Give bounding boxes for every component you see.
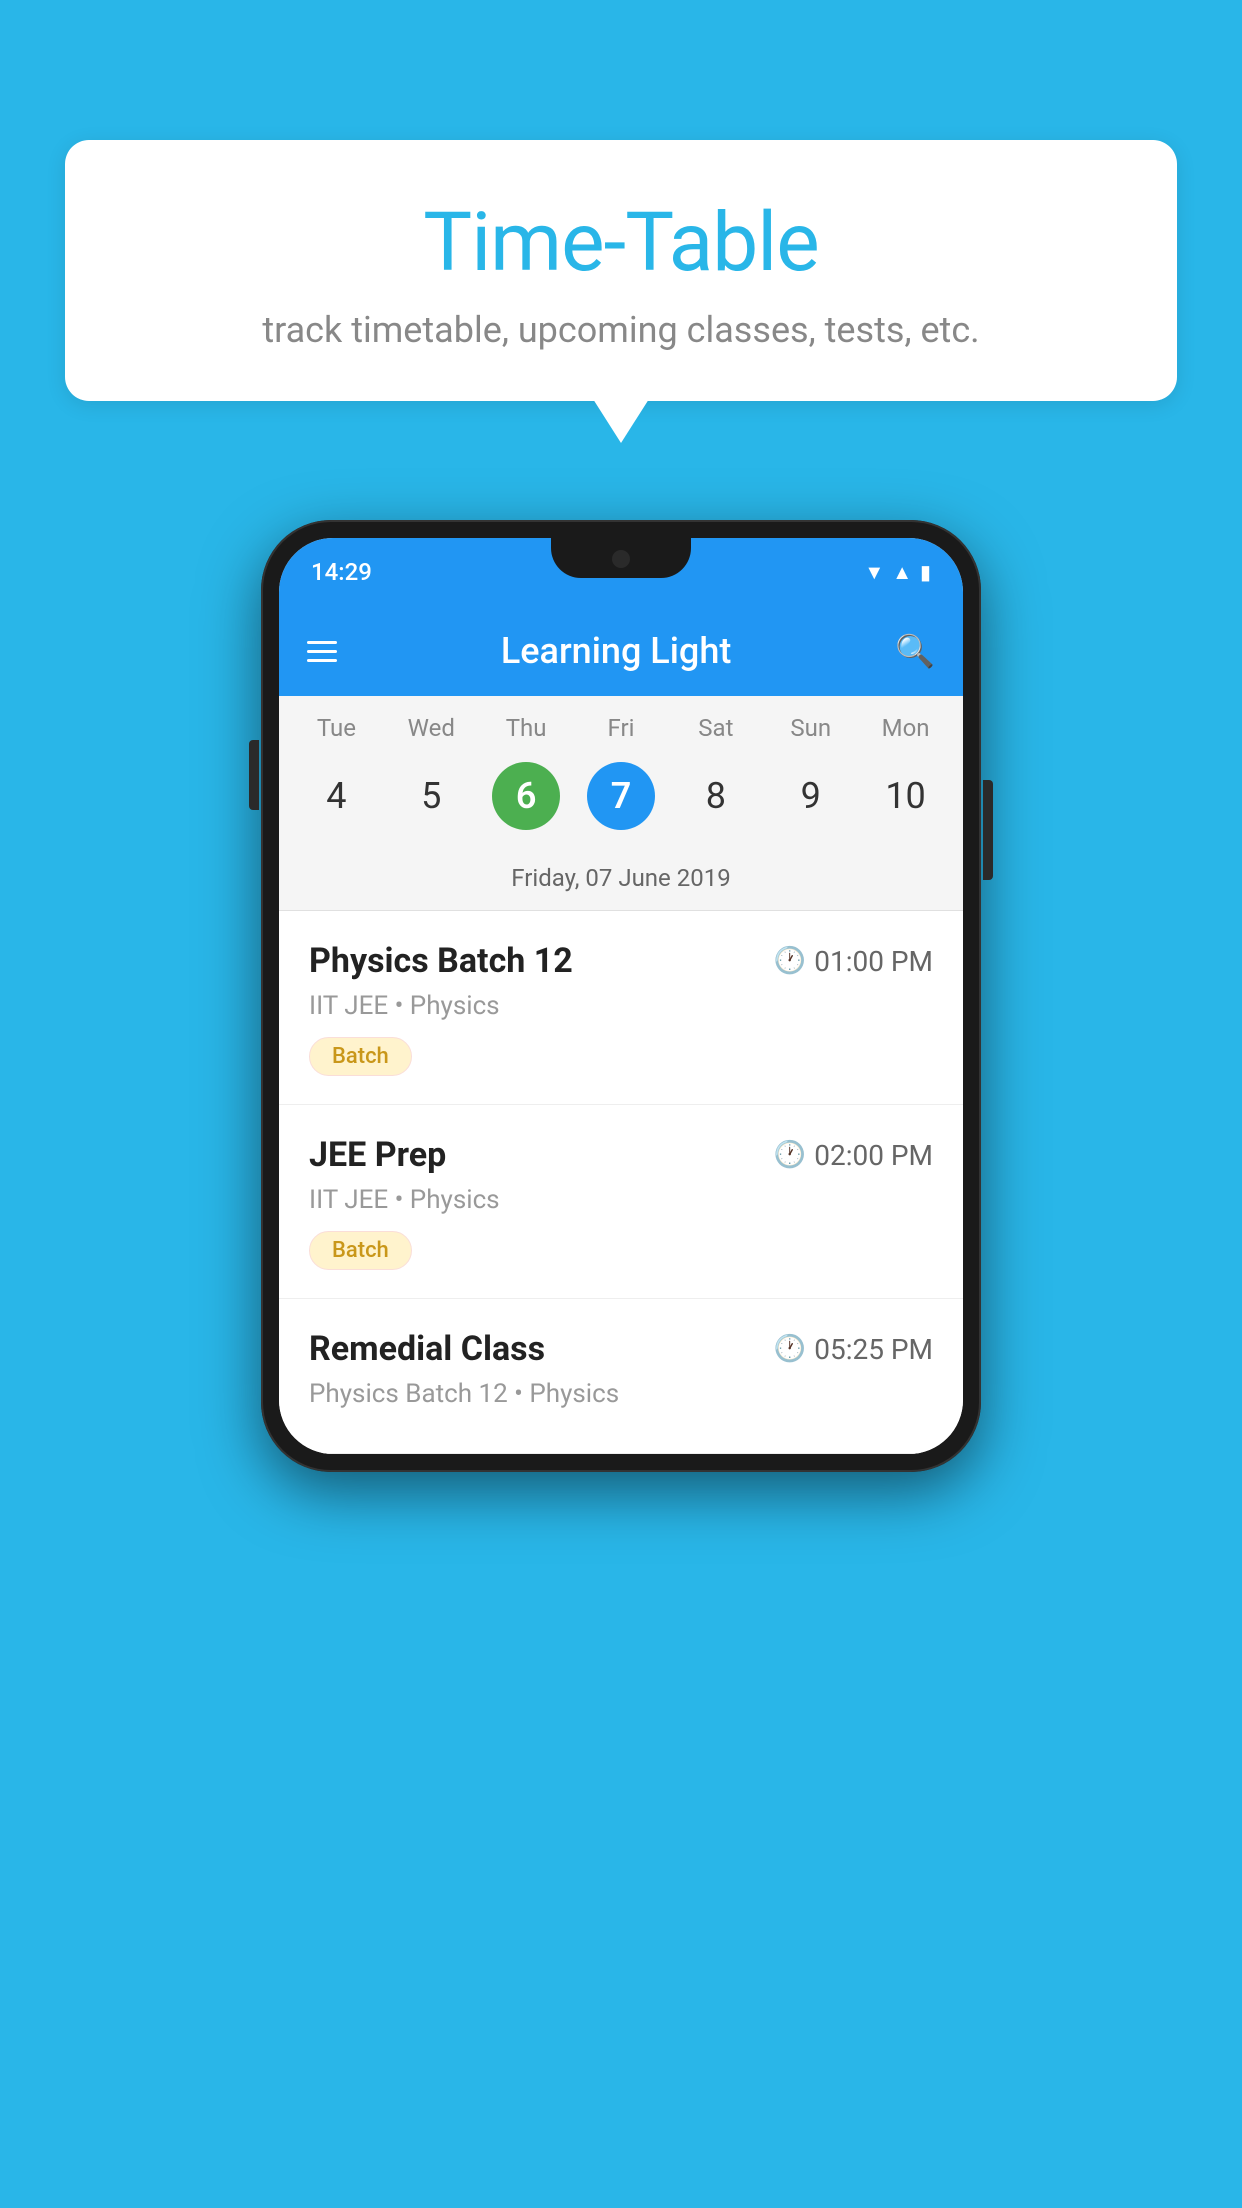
calendar-section: Tue Wed Thu Fri Sat Sun Mon 4 5 6 7 8 9 … <box>279 696 963 911</box>
date-7[interactable]: 7 <box>574 754 669 838</box>
day-wed: Wed <box>384 714 479 742</box>
front-camera <box>612 550 630 568</box>
app-bar-title: Learning Light <box>361 630 871 672</box>
date-8[interactable]: 8 <box>668 754 763 838</box>
clock-icon-1: 🕐 <box>774 946 806 976</box>
wifi-icon: ▼ <box>864 560 884 585</box>
item-1-badge: Batch <box>309 1037 412 1076</box>
item-1-time: 🕐 01:00 PM <box>774 945 933 978</box>
app-bar: Learning Light 🔍 <box>279 606 963 696</box>
dates-row: 4 5 6 7 8 9 10 <box>279 750 963 856</box>
item-2-header: JEE Prep 🕐 02:00 PM <box>309 1135 933 1175</box>
item-3-time: 🕐 05:25 PM <box>774 1333 933 1366</box>
bubble-subtitle: track timetable, upcoming classes, tests… <box>125 309 1117 351</box>
phone-screen: 14:29 ▼ ▲ ▮ Learning Light 🔍 <box>279 538 963 1454</box>
item-3-title: Remedial Class <box>309 1329 545 1369</box>
phone-notch <box>551 538 691 578</box>
item-2-time-value: 02:00 PM <box>814 1139 933 1172</box>
search-icon[interactable]: 🔍 <box>895 632 935 670</box>
selected-date-label: Friday, 07 June 2019 <box>279 856 963 911</box>
status-bar: 14:29 ▼ ▲ ▮ <box>279 538 963 606</box>
phone-outer-shell: 14:29 ▼ ▲ ▮ Learning Light 🔍 <box>261 520 981 1472</box>
menu-button[interactable] <box>307 641 337 662</box>
item-2-badge: Batch <box>309 1231 412 1270</box>
schedule-item-2[interactable]: JEE Prep 🕐 02:00 PM IIT JEE • Physics Ba… <box>279 1105 963 1299</box>
date-4[interactable]: 4 <box>289 754 384 838</box>
day-fri: Fri <box>574 714 669 742</box>
days-header: Tue Wed Thu Fri Sat Sun Mon <box>279 696 963 750</box>
clock-icon-3: 🕐 <box>774 1334 806 1364</box>
item-3-header: Remedial Class 🕐 05:25 PM <box>309 1329 933 1369</box>
item-3-time-value: 05:25 PM <box>814 1333 933 1366</box>
item-2-subtitle: IIT JEE • Physics <box>309 1185 933 1215</box>
phone-mockup: 14:29 ▼ ▲ ▮ Learning Light 🔍 <box>261 520 981 1472</box>
day-thu: Thu <box>479 714 574 742</box>
signal-icon: ▲ <box>892 560 912 585</box>
day-sat: Sat <box>668 714 763 742</box>
day-tue: Tue <box>289 714 384 742</box>
item-1-title: Physics Batch 12 <box>309 941 573 981</box>
item-1-subtitle: IIT JEE • Physics <box>309 991 933 1021</box>
date-9[interactable]: 9 <box>763 754 858 838</box>
speech-bubble-container: Time-Table track timetable, upcoming cla… <box>65 140 1177 401</box>
date-6[interactable]: 6 <box>479 754 574 838</box>
clock-icon-2: 🕐 <box>774 1140 806 1170</box>
status-icons: ▼ ▲ ▮ <box>864 560 931 585</box>
day-mon: Mon <box>858 714 953 742</box>
item-2-title: JEE Prep <box>309 1135 446 1175</box>
schedule-item-1[interactable]: Physics Batch 12 🕐 01:00 PM IIT JEE • Ph… <box>279 911 963 1105</box>
item-3-subtitle: Physics Batch 12 • Physics <box>309 1379 933 1409</box>
item-1-time-value: 01:00 PM <box>814 945 933 978</box>
schedule-list: Physics Batch 12 🕐 01:00 PM IIT JEE • Ph… <box>279 911 963 1454</box>
speech-bubble: Time-Table track timetable, upcoming cla… <box>65 140 1177 401</box>
date-5[interactable]: 5 <box>384 754 479 838</box>
day-sun: Sun <box>763 714 858 742</box>
status-time: 14:29 <box>311 558 372 586</box>
schedule-item-3[interactable]: Remedial Class 🕐 05:25 PM Physics Batch … <box>279 1299 963 1454</box>
battery-icon: ▮ <box>920 560 931 584</box>
date-10[interactable]: 10 <box>858 754 953 838</box>
bubble-title: Time-Table <box>125 195 1117 291</box>
item-1-header: Physics Batch 12 🕐 01:00 PM <box>309 941 933 981</box>
item-2-time: 🕐 02:00 PM <box>774 1139 933 1172</box>
